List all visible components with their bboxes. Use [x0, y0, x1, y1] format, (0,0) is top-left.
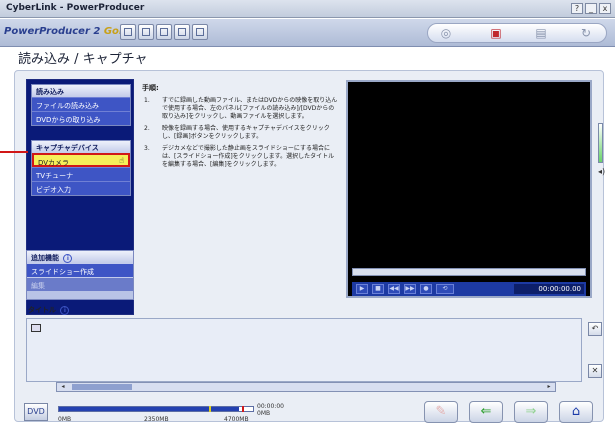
usage-info: 00:00:00 0MB — [257, 403, 284, 417]
step-text: 映像を録画する場合、使用するキャプチャデバイスをクリックし、[録画]ボタンをクリ… — [162, 125, 330, 140]
capacity-label-min: 0MB — [58, 416, 72, 423]
stop-button[interactable]: ■ — [372, 284, 384, 294]
page-title: 読み込み / キャプチャ — [18, 52, 148, 67]
close-button[interactable]: x — [599, 3, 611, 14]
loop-button[interactable]: ⟲ — [436, 284, 454, 294]
sidebar-item-tv-tuner[interactable]: TVチューナ — [32, 167, 130, 181]
timecode-display: 00:00:00.00 — [514, 284, 584, 294]
bottom-bar: DVD 0MB 2350MB 4700MB 00:00:00 0MB ✎ ⇐ ⇒… — [14, 398, 604, 428]
toolbar: PowerProducer 2 Gold ◎ ▣ ▤ ↻ — [0, 19, 615, 47]
minimize-button[interactable]: _ — [585, 3, 597, 14]
volume-slider[interactable] — [598, 123, 603, 163]
video-display — [350, 84, 588, 264]
capture-group-header: キャプチャデバイス — [32, 141, 130, 153]
step-number: 1. — [144, 97, 150, 104]
sidebar-item-edit[interactable]: 編集 — [27, 277, 133, 291]
instruction-step: 3. デジカメなどで撮影した静止画をスライドショーにする場合には、[スライドショ… — [142, 145, 340, 169]
used-time: 00:00:00 — [257, 403, 284, 410]
forward-button[interactable]: ▶▶ — [404, 284, 416, 294]
title-section-label: タイトル i — [28, 305, 70, 315]
title-area[interactable] — [26, 318, 582, 382]
help-window-button[interactable]: ? — [571, 3, 583, 14]
back-button[interactable]: ⇐ — [469, 401, 503, 423]
export-icon[interactable] — [192, 24, 208, 40]
player-controls: ▶ ■ ◀◀ ▶▶ ● ⟲ 00:00:00.00 — [352, 282, 586, 296]
disc-icon[interactable]: ◎ — [438, 26, 454, 40]
capacity-fill — [59, 407, 239, 411]
film-icon[interactable]: ▣ — [488, 26, 504, 40]
title-bar: CyberLink - PowerProducer ? _ x — [0, 0, 615, 18]
info-icon[interactable]: i — [63, 253, 73, 263]
new-project-icon[interactable] — [120, 24, 136, 40]
scroll-right-icon[interactable]: ▸ — [544, 383, 554, 391]
app-window: CyberLink - PowerProducer ? _ x PowerPro… — [0, 0, 615, 432]
logo-version: 2 — [93, 26, 101, 37]
additional-group-header: 追加機能 i — [27, 251, 133, 263]
save-icon[interactable] — [156, 24, 172, 40]
sidebar-item-import-file[interactable]: ファイルの読み込み — [32, 97, 130, 111]
window-title: CyberLink - PowerProducer — [6, 3, 145, 13]
capacity-marker-red — [242, 406, 244, 412]
additional-group-label: 追加機能 — [31, 254, 59, 262]
delete-icon[interactable]: ✕ — [588, 364, 602, 378]
speaker-icon: ◂) — [598, 167, 606, 176]
used-size: 0MB — [257, 410, 271, 417]
sidebar-item-import-dvd[interactable]: DVDからの取り込み — [32, 111, 130, 125]
step-navigation: ◎ ▣ ▤ ↻ — [427, 23, 607, 43]
rewind-button[interactable]: ◀◀ — [388, 284, 400, 294]
home-button[interactable]: ⌂ — [559, 401, 593, 423]
hand-cursor-icon: ☝ — [119, 156, 124, 165]
sidebar-item-dv-camera[interactable]: DVカメラ ☝ — [32, 153, 130, 167]
title-info-icon[interactable]: i — [60, 305, 70, 315]
instructions-title: 手順: — [142, 84, 159, 92]
disc-type-icon[interactable]: DVD — [24, 403, 48, 421]
instruction-step: 2. 映像を録画する場合、使用するキャプチャデバイスをクリックし、[録画]ボタン… — [142, 125, 340, 141]
capacity-bar — [58, 406, 254, 412]
capacity-label-max: 4700MB — [224, 416, 249, 423]
title-label-text: タイトル — [28, 306, 56, 314]
highlight-pointer-line — [0, 151, 28, 153]
step-text: すでに録画した動画ファイル、またはDVDからの映像を取り込んで使用する場合、左の… — [162, 97, 338, 120]
scroll-thumb[interactable] — [72, 384, 132, 390]
import-group-header: 読み込み — [32, 85, 130, 97]
capacity-marker-yellow — [209, 406, 211, 412]
timeline-slider[interactable] — [352, 268, 586, 276]
image-icon[interactable] — [174, 24, 190, 40]
open-folder-icon[interactable] — [138, 24, 154, 40]
instruction-step: 1. すでに録画した動画ファイル、またはDVDからの映像を取り込んで使用する場合… — [142, 97, 340, 121]
step-number: 2. — [144, 125, 150, 132]
instructions: 手順: 1. すでに録画した動画ファイル、またはDVDからの映像を取り込んで使用… — [142, 83, 340, 283]
title-thumbnail-icon[interactable] — [31, 324, 41, 332]
capacity-label-mid: 2350MB — [144, 416, 169, 423]
burn-icon[interactable]: ▤ — [533, 26, 549, 40]
record-button[interactable]: ● — [420, 284, 432, 294]
play-button[interactable]: ▶ — [356, 284, 368, 294]
undo-icon[interactable]: ↶ — [588, 322, 602, 336]
horizontal-scrollbar[interactable]: ◂ ▸ — [56, 382, 556, 392]
video-preview: ▶ ■ ◀◀ ▶▶ ● ⟲ 00:00:00.00 — [346, 80, 592, 298]
help-icon[interactable]: ↻ — [578, 26, 594, 40]
dv-camera-label: DVカメラ — [38, 159, 70, 167]
next-button[interactable]: ⇒ — [514, 401, 548, 423]
sidebar-item-video-input[interactable]: ビデオ入力 — [32, 181, 130, 195]
logo-main: PowerProducer — [4, 26, 90, 37]
scroll-left-icon[interactable]: ◂ — [58, 383, 68, 391]
capture-group: キャプチャデバイス DVカメラ ☝ TVチューナ ビデオ入力 — [31, 140, 131, 196]
step-text: デジカメなどで撮影した静止画をスライドショーにする場合には、[スライドショー作成… — [162, 145, 335, 168]
tools-button[interactable]: ✎ — [424, 401, 458, 423]
sidebar-item-slideshow[interactable]: スライドショー作成 — [27, 263, 133, 277]
step-number: 3. — [144, 145, 150, 152]
import-group: 読み込み ファイルの読み込み DVDからの取り込み — [31, 84, 131, 126]
additional-group: 追加機能 i スライドショー作成 編集 — [26, 250, 134, 300]
app-logo: PowerProducer 2 Gold — [4, 26, 130, 37]
